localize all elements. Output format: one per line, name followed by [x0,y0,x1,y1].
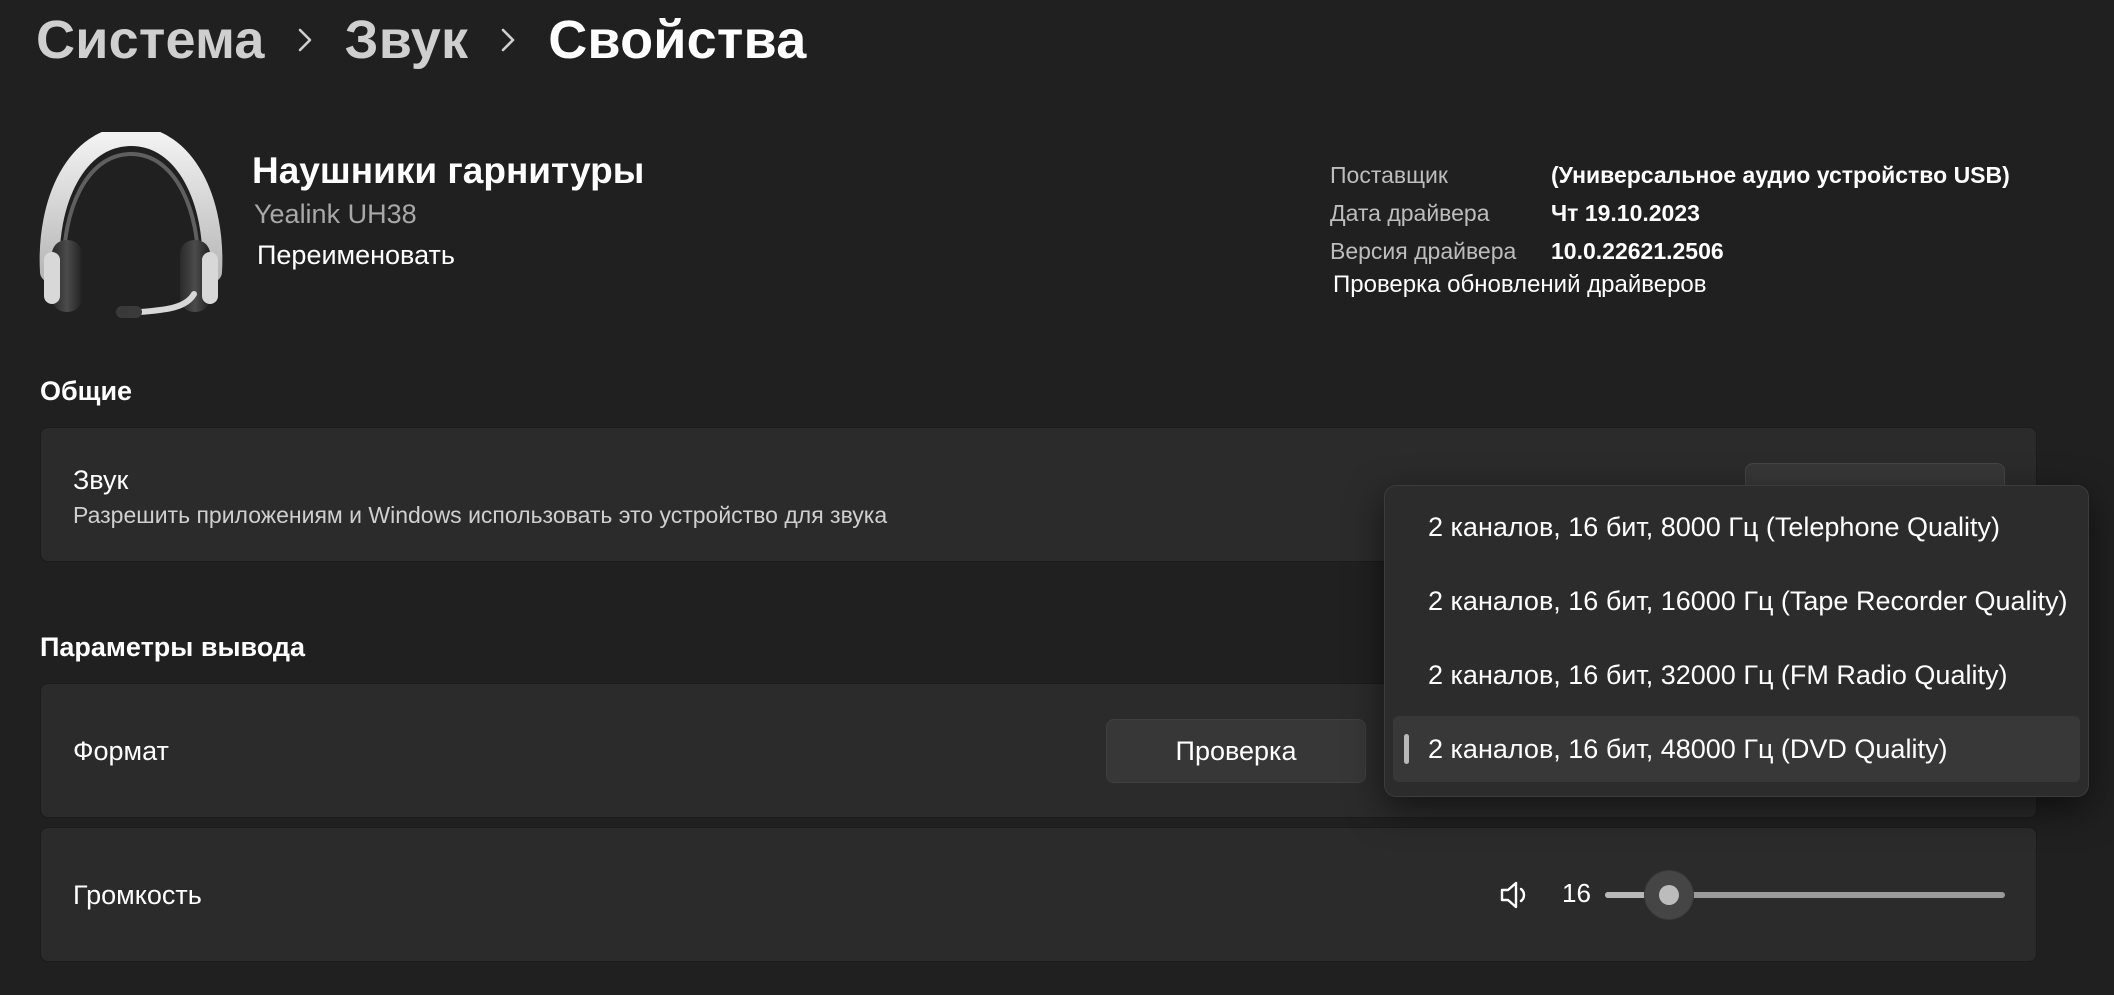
format-option-label: 2 каналов, 16 бит, 8000 Гц (Telephone Qu… [1428,511,2001,542]
driver-date-label: Дата драйвера [1330,199,1490,226]
chevron-right-icon [265,4,345,76]
output-heading: Параметры вывода [40,632,306,662]
driver-provider-row: Поставщик (Универсальное аудио устройств… [1330,156,2010,194]
driver-version-label: Версия драйвера [1330,237,1517,264]
format-option-tape-recorder[interactable]: 2 каналов, 16 бит, 16000 Гц (Tape Record… [1393,568,2080,634]
device-model: Yealink UH38 [254,199,417,229]
driver-version-value: 10.0.22621.2506 [1551,237,1724,264]
driver-version-row: Версия драйвера 10.0.22621.2506 [1330,232,2010,270]
breadcrumb: Система Звук Свойства [36,4,806,76]
volume-title: Громкость [73,880,202,910]
headset-icon [36,125,226,322]
device-name: Наушники гарнитуры [252,150,645,191]
format-option-label: 2 каналов, 16 бит, 32000 Гц (FM Radio Qu… [1428,659,2008,690]
driver-date-row: Дата драйвера Чт 19.10.2023 [1330,194,2010,232]
general-heading: Общие [40,376,133,406]
driver-info: Поставщик (Универсальное аудио устройств… [1330,156,2010,270]
format-dropdown-list: 2 каналов, 16 бит, 8000 Гц (Telephone Qu… [1384,485,2089,797]
format-option-telephone[interactable]: 2 каналов, 16 бит, 8000 Гц (Telephone Qu… [1393,494,2080,560]
test-format-button[interactable]: Проверка [1106,719,1366,783]
format-option-dvd[interactable]: 2 каналов, 16 бит, 48000 Гц (DVD Quality… [1393,716,2080,782]
driver-provider-value: (Универсальное аудио устройство USB) [1551,161,2010,188]
sound-setting-subtitle: Разрешить приложениям и Windows использо… [73,502,888,528]
driver-provider-label: Поставщик [1330,161,1448,188]
format-option-label: 2 каналов, 16 бит, 48000 Гц (DVD Quality… [1428,733,1948,764]
settings-window: Система Звук Свойства Наушники гарнитуры… [0,0,2114,995]
check-driver-updates-link[interactable]: Проверка обновлений драйверов [1333,271,1707,299]
volume-slider-thumb-dot [1659,885,1679,905]
rename-link[interactable]: Переименовать [257,240,455,271]
speaker-icon[interactable] [1497,877,1533,913]
format-option-label: 2 каналов, 16 бит, 16000 Гц (Tape Record… [1428,585,2068,616]
format-title: Формат [73,736,169,766]
selected-indicator [1404,734,1409,764]
chevron-right-icon [468,4,548,76]
driver-date-value: Чт 19.10.2023 [1551,199,1700,226]
volume-slider-thumb[interactable] [1644,870,1694,920]
volume-value: 16 [1562,878,1591,908]
page-title: Свойства [548,10,807,70]
breadcrumb-item-sound[interactable]: Звук [345,9,469,71]
format-option-fm-radio[interactable]: 2 каналов, 16 бит, 32000 Гц (FM Radio Qu… [1393,642,2080,708]
breadcrumb-item-system[interactable]: Система [36,9,265,71]
sound-setting-title: Звук [73,465,129,495]
volume-slider[interactable] [1605,870,2005,920]
